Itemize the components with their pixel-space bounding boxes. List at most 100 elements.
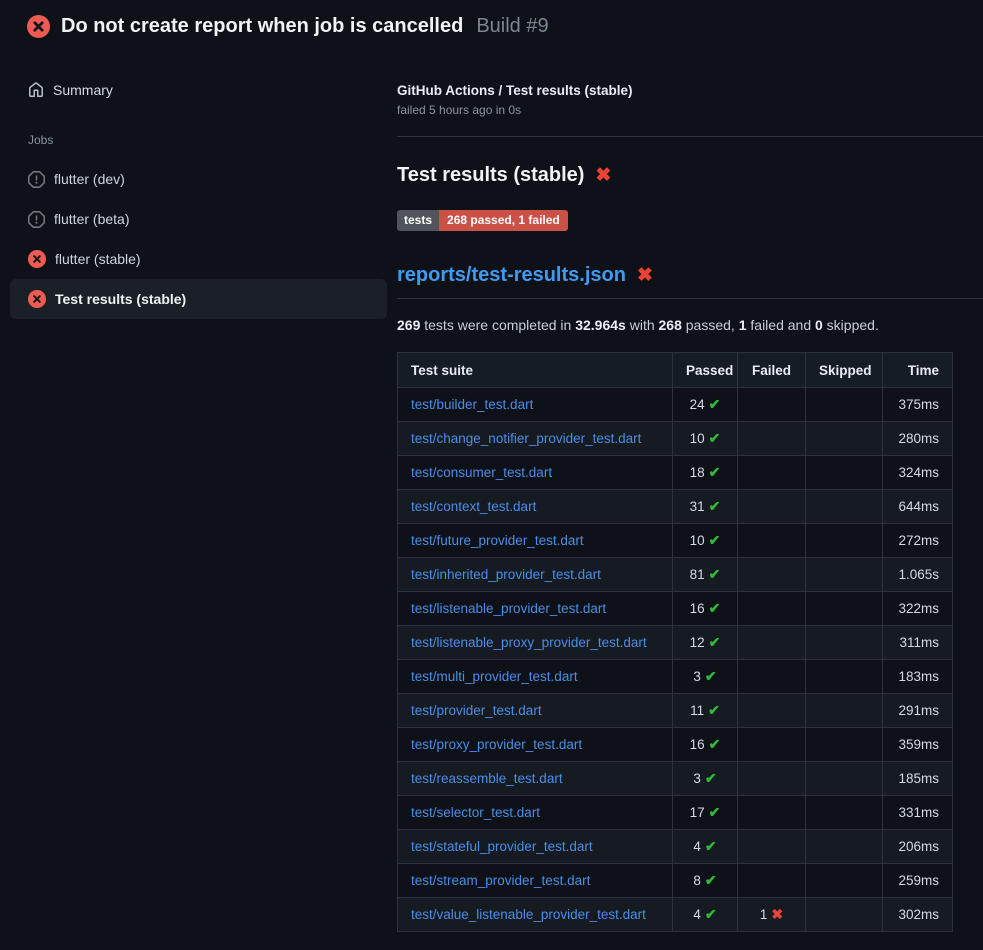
- skipped-cell: [806, 558, 883, 592]
- test-suite-link[interactable]: test/provider_test.dart: [411, 703, 542, 718]
- check-icon: ✔: [709, 464, 721, 480]
- section-title: Test results (stable): [397, 164, 584, 187]
- main-content: GitHub Actions / Test results (stable) f…: [397, 52, 983, 932]
- passed-cell: 18✔: [673, 456, 738, 490]
- breadcrumb: GitHub Actions / Test results (stable): [397, 83, 983, 98]
- failed-cell: [738, 558, 806, 592]
- check-icon: ✔: [705, 838, 717, 854]
- job-cancelled-icon: [28, 211, 45, 228]
- test-suite-link[interactable]: test/stream_provider_test.dart: [411, 873, 590, 888]
- skipped-cell: [806, 762, 883, 796]
- report-heading-row: reports/test-results.json ✖: [397, 264, 983, 299]
- passed-cell: 8✔: [673, 864, 738, 898]
- test-suite-link[interactable]: test/multi_provider_test.dart: [411, 669, 578, 684]
- report-file-link[interactable]: reports/test-results.json: [397, 264, 626, 287]
- time-cell: 302ms: [883, 898, 953, 932]
- check-icon: ✔: [705, 668, 717, 684]
- failed-cell: [738, 422, 806, 456]
- passed-cell: 3✔: [673, 660, 738, 694]
- job-label: flutter (beta): [54, 211, 129, 227]
- run-title: Do not create report when job is cancell…: [61, 15, 463, 38]
- check-icon: ✔: [709, 634, 721, 650]
- test-suite-link[interactable]: test/future_provider_test.dart: [411, 533, 584, 548]
- jobs-section-label: Jobs: [0, 133, 397, 147]
- test-suite-link[interactable]: test/stateful_provider_test.dart: [411, 839, 593, 854]
- job-failed-icon: [28, 290, 46, 308]
- skipped-cell: [806, 388, 883, 422]
- job-label: Test results (stable): [55, 291, 186, 307]
- sidebar-item-summary[interactable]: Summary: [0, 74, 397, 106]
- test-suite-link[interactable]: test/selector_test.dart: [411, 805, 540, 820]
- passed-cell: 11✔: [673, 694, 738, 728]
- time-cell: 644ms: [883, 490, 953, 524]
- sidebar-summary-label: Summary: [53, 82, 113, 98]
- time-cell: 280ms: [883, 422, 953, 456]
- x-icon: ✖: [771, 906, 783, 922]
- section-title-row: Test results (stable) ✖: [397, 164, 983, 187]
- table-row: test/context_test.dart 31✔ 644ms: [398, 490, 953, 524]
- table-row: test/listenable_proxy_provider_test.dart…: [398, 626, 953, 660]
- failed-cell: [738, 830, 806, 864]
- column-header-passed: Passed: [673, 353, 738, 388]
- failed-cell: [738, 796, 806, 830]
- time-cell: 311ms: [883, 626, 953, 660]
- check-icon: ✔: [709, 532, 721, 548]
- failed-cell: [738, 728, 806, 762]
- run-header: Do not create report when job is cancell…: [0, 0, 983, 52]
- skipped-cell: [806, 694, 883, 728]
- skipped-cell: [806, 490, 883, 524]
- skipped-cell: [806, 524, 883, 558]
- column-header-failed: Failed: [738, 353, 806, 388]
- failed-cell: [738, 694, 806, 728]
- sidebar-item-flutter-beta[interactable]: flutter (beta): [10, 199, 387, 239]
- skipped-cell: [806, 864, 883, 898]
- table-row: test/proxy_provider_test.dart 16✔ 359ms: [398, 728, 953, 762]
- failed-cell: 1✖: [738, 898, 806, 932]
- column-header-test-suite: Test suite: [398, 353, 673, 388]
- home-icon: [28, 82, 44, 98]
- time-cell: 206ms: [883, 830, 953, 864]
- skipped-cell: [806, 626, 883, 660]
- check-icon: ✔: [705, 872, 717, 888]
- failed-cell: [738, 626, 806, 660]
- tests-badge[interactable]: tests 268 passed, 1 failed: [397, 210, 568, 231]
- table-row: test/stream_provider_test.dart 8✔ 259ms: [398, 864, 953, 898]
- time-cell: 359ms: [883, 728, 953, 762]
- passed-cell: 16✔: [673, 592, 738, 626]
- check-icon: ✔: [705, 906, 717, 922]
- badge-value: 268 passed, 1 failed: [439, 210, 568, 231]
- time-cell: 324ms: [883, 456, 953, 490]
- test-suite-link[interactable]: test/builder_test.dart: [411, 397, 533, 412]
- test-suite-link[interactable]: test/listenable_provider_test.dart: [411, 601, 606, 616]
- passed-cell: 4✔: [673, 898, 738, 932]
- failed-cell: [738, 456, 806, 490]
- report-failed-x-icon: ✖: [637, 266, 653, 285]
- sidebar-item-flutter-dev[interactable]: flutter (dev): [10, 159, 387, 199]
- sidebar-item-test-results-stable[interactable]: Test results (stable): [10, 279, 387, 319]
- test-suite-link[interactable]: test/consumer_test.dart: [411, 465, 552, 480]
- test-suite-link[interactable]: test/reassemble_test.dart: [411, 771, 563, 786]
- test-suite-link[interactable]: test/value_listenable_provider_test.dart: [411, 907, 646, 922]
- sidebar-item-flutter-stable[interactable]: flutter (stable): [10, 239, 387, 279]
- table-row: test/listenable_provider_test.dart 16✔ 3…: [398, 592, 953, 626]
- table-row: test/change_notifier_provider_test.dart …: [398, 422, 953, 456]
- failed-cell: [738, 388, 806, 422]
- skipped-cell: [806, 728, 883, 762]
- time-cell: 185ms: [883, 762, 953, 796]
- test-suite-link[interactable]: test/context_test.dart: [411, 499, 536, 514]
- time-cell: 272ms: [883, 524, 953, 558]
- run-failed-icon: [27, 15, 50, 38]
- run-status-line: failed 5 hours ago in 0s: [397, 103, 983, 117]
- skipped-cell: [806, 592, 883, 626]
- job-label: flutter (dev): [54, 171, 125, 187]
- skipped-cell: [806, 830, 883, 864]
- test-suite-link[interactable]: test/proxy_provider_test.dart: [411, 737, 582, 752]
- check-icon: ✔: [709, 498, 721, 514]
- test-suite-link[interactable]: test/inherited_provider_test.dart: [411, 567, 601, 582]
- failed-x-icon: ✖: [595, 166, 611, 185]
- job-label: flutter (stable): [55, 251, 141, 267]
- test-suite-link[interactable]: test/change_notifier_provider_test.dart: [411, 431, 641, 446]
- test-suite-link[interactable]: test/listenable_proxy_provider_test.dart: [411, 635, 647, 650]
- table-row: test/builder_test.dart 24✔ 375ms: [398, 388, 953, 422]
- check-icon: ✔: [709, 804, 721, 820]
